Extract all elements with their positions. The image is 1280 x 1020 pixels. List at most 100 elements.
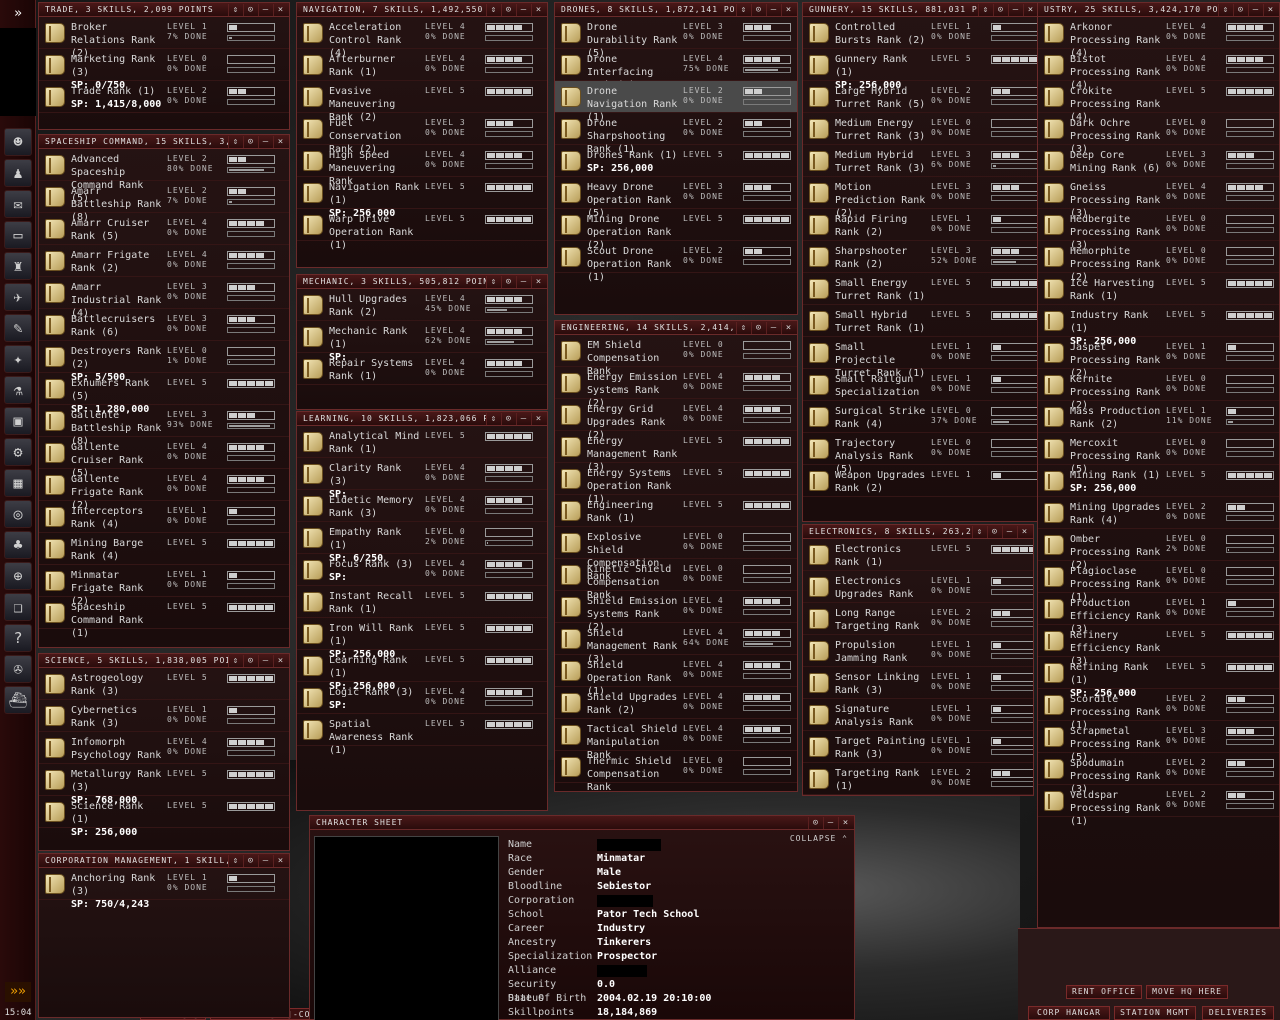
skill-row[interactable]: Spaceship Command Rank (1) LEVEL 5 xyxy=(39,597,289,639)
skill-row[interactable]: Spatial Awareness Rank (1) LEVEL 5 xyxy=(297,714,547,756)
window-resize-icon[interactable]: ⇕ xyxy=(1218,3,1232,16)
skill-row[interactable]: Metallurgy Rank (3) SP: 768,000 LEVEL 5 xyxy=(39,764,289,806)
skill-row[interactable]: Small Railgun Specialization LEVEL 1 0% … xyxy=(803,369,1039,401)
fitting-icon[interactable]: ♣ xyxy=(4,531,32,559)
skill-row[interactable]: Energy Management Rank (3) LEVEL 5 xyxy=(555,431,797,473)
skill-row[interactable]: Shield Management Rank (3) LEVEL 4 64% D… xyxy=(555,623,797,665)
skill-row[interactable]: Interceptors Rank (4) LEVEL 1 0% DONE xyxy=(39,501,289,533)
skill-row[interactable]: Gunnery Rank (1) SP: 256,000 LEVEL 5 xyxy=(803,49,1039,91)
window-close-icon[interactable]: × xyxy=(1023,3,1037,16)
science-icon[interactable]: ⚗ xyxy=(4,376,32,404)
corp-hangar-button[interactable]: CORP HANGAR xyxy=(1028,1006,1110,1020)
skill-row[interactable]: Scrapmetal Processing Rank (5) LEVEL 3 0… xyxy=(1038,721,1279,763)
character-icon[interactable]: ☻ xyxy=(4,128,32,156)
skill-row[interactable]: Signature Analysis Rank LEVEL 1 0% DONE xyxy=(803,699,1033,731)
skill-row[interactable]: Gallente Frigate Rank (2) LEVEL 4 0% DON… xyxy=(39,469,289,511)
skill-row[interactable]: Battlecruisers Rank (6) LEVEL 3 0% DONE xyxy=(39,309,289,341)
skill-row[interactable]: Trajectory Analysis Rank (5) LEVEL 0 0% … xyxy=(803,433,1039,475)
skill-row[interactable]: Refining Rank (1) SP: 256,000 LEVEL 5 xyxy=(1038,657,1279,699)
window-pin-icon[interactable]: ⊙ xyxy=(987,525,1001,538)
window-minimize-icon[interactable]: – xyxy=(258,854,272,867)
skill-row[interactable]: Mercoxit Processing Rank (5) LEVEL 0 0% … xyxy=(1038,433,1279,475)
skill-row[interactable]: Energy Emission Systems Rank (2) LEVEL 4… xyxy=(555,367,797,409)
skill-row[interactable]: Kinetic Shield Compensation Rank LEVEL 0… xyxy=(555,559,797,601)
window-resize-icon[interactable]: ⇕ xyxy=(978,3,992,16)
skill-row[interactable]: Sensor Linking Rank (3) LEVEL 1 0% DONE xyxy=(803,667,1033,699)
move-hq-button[interactable]: MOVE HQ HERE xyxy=(1146,985,1228,999)
window-close-icon[interactable]: × xyxy=(531,3,545,16)
window-resize-icon[interactable]: ⇕ xyxy=(736,3,750,16)
skill-row[interactable]: Iron Will Rank (1) SP: 256,000 LEVEL 5 xyxy=(297,618,547,660)
window-close-icon[interactable]: × xyxy=(531,275,545,288)
skill-row[interactable]: Targeting Rank (1) LEVEL 2 0% DONE xyxy=(803,763,1033,795)
market-icon[interactable]: ♜ xyxy=(4,252,32,280)
window-resize-icon[interactable]: ⇕ xyxy=(972,525,986,538)
starmap-icon[interactable]: ✦ xyxy=(4,345,32,373)
window-close-icon[interactable]: × xyxy=(531,412,545,425)
skill-row[interactable]: Gallente Battleship Rank (8) LEVEL 3 93%… xyxy=(39,405,289,447)
expand-sidebar-icon[interactable]: » xyxy=(6,4,30,24)
skill-row[interactable]: Shield Upgrades Rank (2) LEVEL 4 0% DONE xyxy=(555,687,797,719)
skill-row[interactable]: Empathy Rank (1) SP: 6/250 LEVEL 0 2% DO… xyxy=(297,522,547,564)
skill-row[interactable]: Trade Rank (1) SP: 1,415/8,000 LEVEL 2 0… xyxy=(39,81,289,113)
window-resize-icon[interactable]: ⇕ xyxy=(486,3,500,16)
skill-row[interactable]: Infomorph Psychology Rank LEVEL 4 0% DON… xyxy=(39,732,289,764)
skill-row[interactable]: Anchoring Rank (3) SP: 750/4,243 LEVEL 1… xyxy=(39,868,289,910)
skill-row[interactable]: Rapid Firing Rank (2) LEVEL 1 0% DONE xyxy=(803,209,1039,241)
skill-row[interactable]: Hemorphite Processing Rank (2) LEVEL 0 0… xyxy=(1038,241,1279,283)
skill-row[interactable]: Small Projectile Turret Rank (1) LEVEL 1… xyxy=(803,337,1039,379)
panel-header[interactable]: ELECTRONICS, 8 SKILLS, 263,244 P ⇕ ⊙ – × xyxy=(803,525,1033,539)
skill-row[interactable]: Heavy Drone Operation Rank (5) LEVEL 3 0… xyxy=(555,177,797,219)
panel-header[interactable]: GUNNERY, 15 SKILLS, 881,031 POINT ⇕ ⊙ – … xyxy=(803,3,1039,17)
window-pin-icon[interactable]: ⊙ xyxy=(993,3,1007,16)
skill-row[interactable]: Hedbergite Processing Rank (3) LEVEL 0 0… xyxy=(1038,209,1279,251)
skill-row[interactable]: Evasive Maneuvering Rank (2) LEVEL 5 xyxy=(297,81,547,123)
cargo-icon[interactable]: ▣ xyxy=(4,407,32,435)
skill-row[interactable]: Shield Operation Rank (1) LEVEL 4 0% DON… xyxy=(555,655,797,697)
window-close-icon[interactable]: × xyxy=(838,816,852,829)
skill-row[interactable]: Broker Relations Rank (2) LEVEL 1 7% DON… xyxy=(39,17,289,59)
skill-row[interactable]: Science Rank (1) SP: 256,000 LEVEL 5 xyxy=(39,796,289,838)
panel-header[interactable]: MECHANIC, 3 SKILLS, 505,812 POINTS ⇕ ⊙ –… xyxy=(297,275,547,289)
panel-header[interactable]: LEARNING, 10 SKILLS, 1,823,066 POINT ⇕ ⊙… xyxy=(297,412,547,426)
skill-row[interactable]: Astrogeology Rank (3) LEVEL 5 xyxy=(39,668,289,700)
station-mgmt-button[interactable]: STATION MGMT xyxy=(1114,1006,1196,1020)
rent-office-button[interactable]: RENT OFFICE xyxy=(1066,985,1142,999)
window-pin-icon[interactable]: ⊙ xyxy=(243,135,257,148)
skill-row[interactable]: Scout Drone Operation Rank (1) LEVEL 2 0… xyxy=(555,241,797,283)
window-pin-icon[interactable]: ⊙ xyxy=(751,321,765,334)
skill-row[interactable]: Analytical Mind Rank (1) LEVEL 5 xyxy=(297,426,547,458)
window-minimize-icon[interactable]: – xyxy=(766,3,780,16)
skill-row[interactable]: Mass Production Rank (2) LEVEL 1 11% DON… xyxy=(1038,401,1279,433)
window-resize-icon[interactable]: ⇕ xyxy=(228,854,242,867)
skill-row[interactable]: Deep Core Mining Rank (6) LEVEL 3 0% DON… xyxy=(1038,145,1279,177)
browser-icon[interactable]: ⊕ xyxy=(4,562,32,590)
skill-row[interactable]: Refinery Efficiency Rank (3) LEVEL 5 xyxy=(1038,625,1279,667)
window-resize-icon[interactable]: ⇕ xyxy=(228,654,242,667)
skill-row[interactable]: Dark Ochre Processing Rank (3) LEVEL 0 0… xyxy=(1038,113,1279,155)
skill-row[interactable]: Mechanic Rank (1) SP: LEVEL 4 62% DONE xyxy=(297,321,547,363)
panel-header[interactable]: SPACESHIP COMMAND, 15 SKILLS, 3,66 ⇕ ⊙ –… xyxy=(39,135,289,149)
skill-row[interactable]: Amarr Cruiser Rank (5) LEVEL 4 0% DONE xyxy=(39,213,289,245)
skill-row[interactable]: Warp Drive Operation Rank (1) LEVEL 5 xyxy=(297,209,547,251)
skill-row[interactable]: Scordite Processing Rank (1) LEVEL 2 0% … xyxy=(1038,689,1279,731)
skill-row[interactable]: Medium Energy Turret Rank (3) LEVEL 0 0%… xyxy=(803,113,1039,145)
skill-row[interactable]: Target Painting Rank (3) LEVEL 1 0% DONE xyxy=(803,731,1033,763)
skill-row[interactable]: Production Efficiency Rank (3) LEVEL 1 0… xyxy=(1038,593,1279,635)
skill-row[interactable]: Learning Rank (1) SP: 256,000 LEVEL 5 xyxy=(297,650,547,692)
window-minimize-icon[interactable]: – xyxy=(516,412,530,425)
skill-row[interactable]: Shield Emission Systems Rank (2) LEVEL 4… xyxy=(555,591,797,633)
skill-row[interactable]: Electronics Upgrades Rank LEVEL 1 0% DON… xyxy=(803,571,1033,603)
skill-row[interactable]: Thermic Shield Compensation Rank LEVEL 0… xyxy=(555,751,797,791)
help-lifebuoy-icon[interactable]: ◎ xyxy=(4,500,32,528)
skill-row[interactable]: Industry Rank (1) SP: 256,000 LEVEL 5 xyxy=(1038,305,1279,347)
window-pin-icon[interactable]: ⊙ xyxy=(501,412,515,425)
skill-row[interactable]: Destroyers Rank (2) SP: 5/500 LEVEL 0 1%… xyxy=(39,341,289,383)
panel-header[interactable]: NAVIGATION, 7 SKILLS, 1,492,550 POIN ⇕ ⊙… xyxy=(297,3,547,17)
skill-row[interactable]: Bistot Processing Rank (4) LEVEL 4 0% DO… xyxy=(1038,49,1279,91)
skill-row[interactable]: Drone Durability Rank (5) LEVEL 3 0% DON… xyxy=(555,17,797,59)
window-resize-icon[interactable]: ⇕ xyxy=(228,135,242,148)
character-sheet-header[interactable]: CHARACTER SHEET ⊙ – × xyxy=(310,816,854,830)
skill-row[interactable]: Eidetic Memory Rank (3) LEVEL 4 0% DONE xyxy=(297,490,547,522)
skill-row[interactable]: Mining Upgrades Rank (4) LEVEL 2 0% DONE xyxy=(1038,497,1279,529)
